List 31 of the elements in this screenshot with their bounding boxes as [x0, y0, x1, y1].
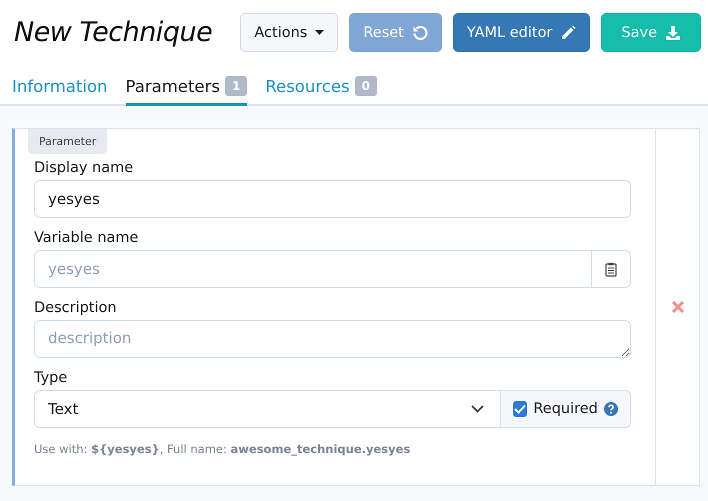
count-badge: 1	[224, 76, 248, 96]
field-label: Variable name	[34, 230, 140, 246]
parameter-tag: Parameter	[28, 129, 108, 154]
tab[interactable]: Information	[12, 76, 108, 106]
clipboard-icon	[605, 262, 617, 276]
description-field[interactable]: description	[34, 320, 631, 358]
save-button[interactable]: Save	[601, 13, 701, 52]
undo-icon	[412, 24, 428, 40]
count-badge: 0	[354, 76, 377, 96]
field-label: Display name	[34, 160, 134, 176]
edit-button[interactable]: YAML editor	[452, 13, 590, 52]
required-checkbox[interactable]	[513, 401, 528, 417]
actions-dropdown[interactable]: Actions	[240, 13, 338, 52]
delete-button[interactable]	[670, 300, 684, 314]
close-icon	[670, 300, 684, 314]
chevron-down-icon	[471, 405, 484, 413]
page-title: New Technique	[14, 17, 212, 48]
required-label: Required	[533, 401, 598, 417]
download-icon	[665, 24, 681, 40]
type-select[interactable]: Text	[34, 390, 501, 428]
field-label: Description	[34, 300, 118, 316]
usage-hint: Use with: ${yesyes}, Full name: awesome_technique.yesyes	[34, 442, 412, 456]
variable-name-field[interactable]: yesyes	[34, 250, 592, 288]
copy-button[interactable]	[592, 250, 631, 288]
display-name-field[interactable]: yesyes	[34, 180, 631, 218]
help-icon[interactable]	[604, 401, 618, 417]
tab[interactable]: Parameters 1	[126, 76, 248, 106]
field-label: Type	[34, 370, 68, 386]
caret-icon	[315, 30, 324, 35]
pencil-icon	[560, 24, 576, 40]
tab[interactable]: Resources 0	[265, 76, 377, 106]
